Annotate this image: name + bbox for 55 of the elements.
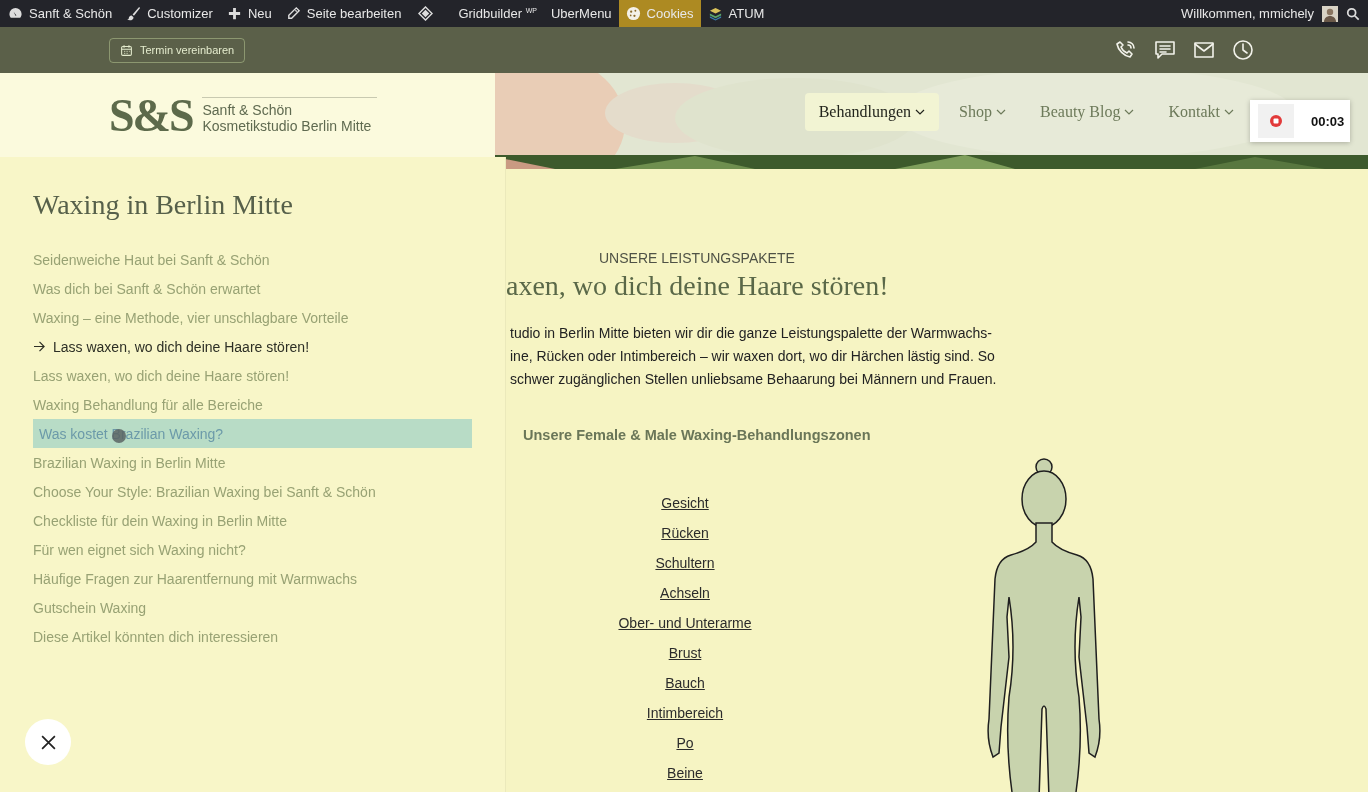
- zone-link[interactable]: Beine: [667, 765, 703, 792]
- close-icon: [39, 733, 57, 751]
- search-icon[interactable]: [1346, 6, 1360, 21]
- clock-icon[interactable]: [1232, 39, 1254, 61]
- admin-bar-item[interactable]: Sanft & Schön: [1, 0, 120, 27]
- close-button[interactable]: [25, 719, 71, 765]
- toc-link[interactable]: Lass waxen, wo dich deine Haare stören!: [33, 332, 505, 361]
- stop-icon[interactable]: [1269, 114, 1283, 128]
- nav-item[interactable]: Shop: [945, 93, 1020, 131]
- nav-item[interactable]: Behandlungen: [804, 93, 940, 131]
- admin-bar-item[interactable]: Customizer: [119, 0, 220, 27]
- zone-link[interactable]: Bauch: [665, 675, 705, 705]
- zone-link[interactable]: Brust: [668, 645, 702, 675]
- logo-subtitle: Kosmetikstudio Berlin Mitte: [202, 117, 373, 134]
- zone-link[interactable]: Po: [676, 735, 694, 765]
- welcome-text[interactable]: Willkommen, mmichely: [1181, 6, 1314, 21]
- chevron-down-icon: [915, 107, 926, 117]
- zone-link[interactable]: Ober- und Unterarme: [618, 615, 752, 645]
- chat-icon[interactable]: [1154, 39, 1176, 61]
- zones-subheading: Unsere Female & Male Waxing-Behandlungszonen: [523, 427, 872, 443]
- calendar-icon: [120, 43, 133, 57]
- toc-title: Waxing in Berlin Mitte: [33, 189, 294, 221]
- phone-icon[interactable]: [1115, 39, 1137, 61]
- nav-item[interactable]: Beauty Blog: [1026, 93, 1149, 131]
- avatar-icon: [1322, 5, 1338, 22]
- arrow-right-icon: [33, 341, 46, 352]
- logo-mark[interactable]: S&S: [109, 88, 193, 142]
- zone-link[interactable]: Gesicht: [661, 495, 709, 525]
- mail-icon[interactable]: [1193, 39, 1215, 61]
- section-eyebrow: UNSERE LEISTUNGSPAKETE: [599, 250, 796, 266]
- zone-link[interactable]: Rücken: [661, 525, 709, 555]
- section-paragraph: tudio in Berlin Mitte bieten wir dir die ganze Leistungspalette der Warmwachs- ine, Rücken oder Intimbereich – wir waxen dort, wo dir Härchen lästig sind. So schwer zugänglichen Stellen unliebsame Behaarung bei Männern und Frauen.: [510, 324, 998, 389]
- admin-bar-item[interactable]: Neu: [219, 0, 279, 27]
- layers-icon: [707, 6, 723, 21]
- zone-link[interactable]: Schultern: [655, 555, 715, 585]
- gauge-icon: [8, 6, 23, 21]
- cookie-icon: [625, 6, 641, 21]
- appointment-button[interactable]: Termin vereinbaren: [109, 37, 246, 63]
- admin-bar-item[interactable]: UberMenu: [543, 0, 619, 27]
- chevron-down-icon: [1124, 107, 1135, 117]
- admin-bar-item[interactable]: Seite bearbeiten: [278, 0, 409, 27]
- nav-item[interactable]: Kontakt: [1154, 93, 1248, 131]
- pencil-icon: [285, 6, 301, 21]
- plus-icon: [226, 6, 242, 21]
- zone-link[interactable]: Achseln: [660, 585, 710, 615]
- recording-time: 00:03: [1311, 113, 1345, 129]
- diamond-icon: [418, 6, 434, 21]
- brush-icon: [126, 6, 142, 21]
- chevron-down-icon: [1224, 107, 1234, 117]
- admin-bar-item[interactable]: ATUM: [700, 0, 772, 27]
- zone-link[interactable]: Intimbereich: [646, 705, 724, 735]
- admin-bar-item[interactable]: Gridbuilder $^{WP}$: [451, 0, 544, 27]
- logo-title: Sanft & Schön: [202, 101, 293, 118]
- chevron-down-icon: [996, 107, 1006, 117]
- section-heading: axen, wo dich deine Haare stören!: [506, 270, 890, 302]
